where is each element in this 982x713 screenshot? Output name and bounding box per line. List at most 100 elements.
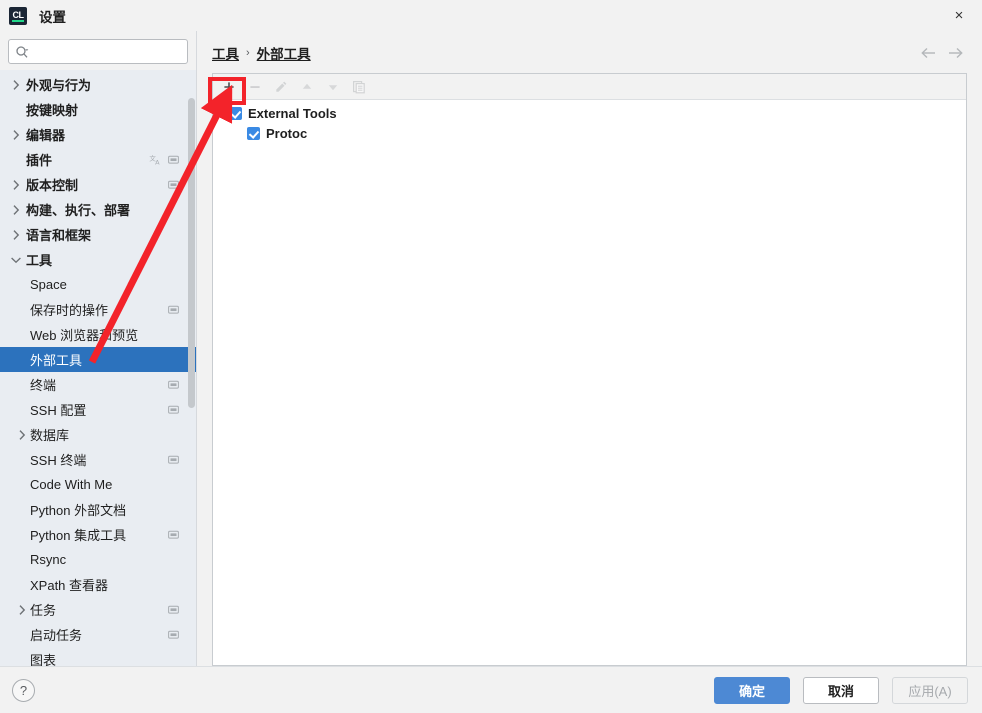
sidebar-item-10[interactable]: Web 浏览器和预览 — [0, 322, 196, 347]
breadcrumb: 工具 › 外部工具 — [197, 37, 982, 69]
remove-button — [242, 76, 268, 98]
sidebar-item-8[interactable]: Space — [0, 272, 196, 297]
sidebar-item-5[interactable]: 构建、执行、部署 — [0, 197, 196, 222]
project-scope-icon — [168, 180, 179, 189]
edit-button — [268, 76, 294, 98]
breadcrumb-parent[interactable]: 工具 — [212, 43, 239, 63]
add-button[interactable] — [216, 76, 242, 98]
sidebar-item-4[interactable]: 版本控制 — [0, 172, 196, 197]
sidebar-scrollbar-thumb[interactable] — [188, 98, 195, 408]
sidebar-item-label: 启动任务 — [30, 628, 83, 643]
chevron-right-icon[interactable] — [14, 597, 30, 622]
sidebar-item-label: 按键映射 — [26, 103, 79, 118]
chevron-right-icon[interactable] — [8, 227, 24, 243]
sidebar-item-label: Python 集成工具 — [30, 528, 127, 543]
dialog-footer: ? 确定 取消 应用(A) — [0, 666, 982, 713]
breadcrumb-current[interactable]: 外部工具 — [257, 43, 311, 63]
search-box[interactable] — [8, 39, 193, 64]
sidebar-item-label: SSH 终端 — [30, 453, 87, 468]
sidebar-item-label: 语言和框架 — [26, 228, 92, 243]
project-scope-icon — [168, 530, 179, 539]
sidebar-item-3[interactable]: 插件 文 A — [0, 147, 196, 172]
project-scope-icon — [168, 605, 179, 614]
sidebar-item-label: 数据库 — [30, 428, 70, 443]
settings-tree: 外观与行为按键映射编辑器插件 文 A 版本控制构建、执行、部署语言和框架工具 Space… — [0, 70, 196, 666]
chevron-right-icon[interactable] — [8, 77, 24, 93]
sidebar-item-13[interactable]: SSH 配置 — [0, 397, 196, 422]
project-scope-icon — [168, 455, 179, 464]
tool-label: External Tools — [248, 105, 337, 121]
sidebar-item-23[interactable]: 图表 — [0, 647, 196, 666]
tool-tree-row[interactable]: Protoc — [213, 123, 966, 143]
chevron-right-icon[interactable] — [8, 127, 24, 143]
search-area — [0, 31, 196, 70]
window-title: 设置 — [39, 9, 66, 25]
chevron-right-icon[interactable] — [8, 177, 24, 193]
sidebar-item-19[interactable]: Rsync — [0, 547, 196, 572]
sidebar-item-12[interactable]: 终端 — [0, 372, 196, 397]
sidebar-item-label: Python 外部文档 — [30, 503, 127, 518]
chevron-down-icon[interactable] — [8, 252, 24, 268]
sidebar-item-14[interactable]: 数据库 — [0, 422, 196, 447]
sidebar-item-15[interactable]: SSH 终端 — [0, 447, 196, 472]
sidebar-item-9[interactable]: 保存时的操作 — [0, 297, 196, 322]
sidebar-item-16[interactable]: Code With Me — [0, 472, 196, 497]
search-input[interactable] — [32, 40, 193, 63]
sidebar-item-21[interactable]: 任务 — [0, 597, 196, 622]
tool-checkbox[interactable] — [247, 126, 260, 140]
tool-checkbox[interactable] — [229, 106, 242, 120]
plus-icon — [224, 81, 234, 92]
arrow-left-icon[interactable] — [916, 40, 942, 66]
sidebar-item-label: Space — [30, 277, 67, 292]
sidebar-item-label: 工具 — [26, 253, 53, 268]
window-titlebar: CL 设置 × — [0, 0, 982, 31]
sidebar-item-label: 编辑器 — [26, 128, 66, 143]
sidebar-item-6[interactable]: 语言和框架 — [0, 222, 196, 247]
help-icon[interactable]: ? — [12, 678, 35, 702]
tool-tree-row[interactable]: External Tools — [213, 103, 966, 123]
settings-sidebar: 外观与行为按键映射编辑器插件 文 A 版本控制构建、执行、部署语言和框架工具 Space… — [0, 31, 197, 666]
sidebar-item-label: 版本控制 — [26, 178, 79, 193]
sidebar-item-18[interactable]: Python 集成工具 — [0, 522, 196, 547]
arrow-right-icon[interactable] — [942, 40, 968, 66]
external-tools-tree[interactable]: External Tools Protoc — [213, 100, 966, 665]
sidebar-item-label: Code With Me — [30, 477, 113, 492]
sidebar-item-20[interactable]: XPath 查看器 — [0, 572, 196, 597]
close-icon[interactable]: × — [936, 0, 982, 31]
ok-button[interactable]: 确定 — [714, 676, 790, 704]
sidebar-item-22[interactable]: 启动任务 — [0, 622, 196, 647]
sidebar-item-11[interactable]: 外部工具 — [0, 347, 196, 372]
project-scope-icon — [168, 405, 179, 414]
sidebar-item-0[interactable]: 外观与行为 — [0, 72, 196, 97]
project-scope-icon — [168, 630, 179, 639]
sidebar-item-label: 任务 — [30, 603, 57, 618]
sidebar-item-label: 图表 — [30, 653, 57, 666]
move-up-button — [294, 76, 320, 98]
sidebar-item-1[interactable]: 按键映射 — [0, 97, 196, 122]
sidebar-item-label: 外部工具 — [30, 353, 83, 368]
settings-dialog: CL 设置 × 外观与行为 按键映射 编辑器 插件 文 A 版本控制 构建、执行… — [0, 0, 982, 713]
sidebar-item-label: 插件 — [26, 153, 53, 168]
chevron-right-icon[interactable] — [14, 422, 30, 447]
sidebar-item-7[interactable]: 工具 — [0, 247, 196, 272]
sidebar-item-label: Rsync — [30, 552, 67, 567]
chevron-right-icon[interactable] — [8, 202, 24, 218]
chevron-down-icon[interactable] — [213, 107, 229, 120]
project-scope-icon — [168, 380, 179, 389]
apply-button[interactable]: 应用(A) — [892, 676, 968, 704]
sidebar-item-2[interactable]: 编辑器 — [0, 122, 196, 147]
move-down-button — [320, 76, 346, 98]
cancel-button[interactable]: 取消 — [803, 676, 879, 704]
settings-content: 工具 › 外部工具 External Tools Protoc — [197, 31, 982, 666]
sidebar-scrollbar[interactable] — [188, 70, 195, 666]
sidebar-item-17[interactable]: Python 外部文档 — [0, 497, 196, 522]
